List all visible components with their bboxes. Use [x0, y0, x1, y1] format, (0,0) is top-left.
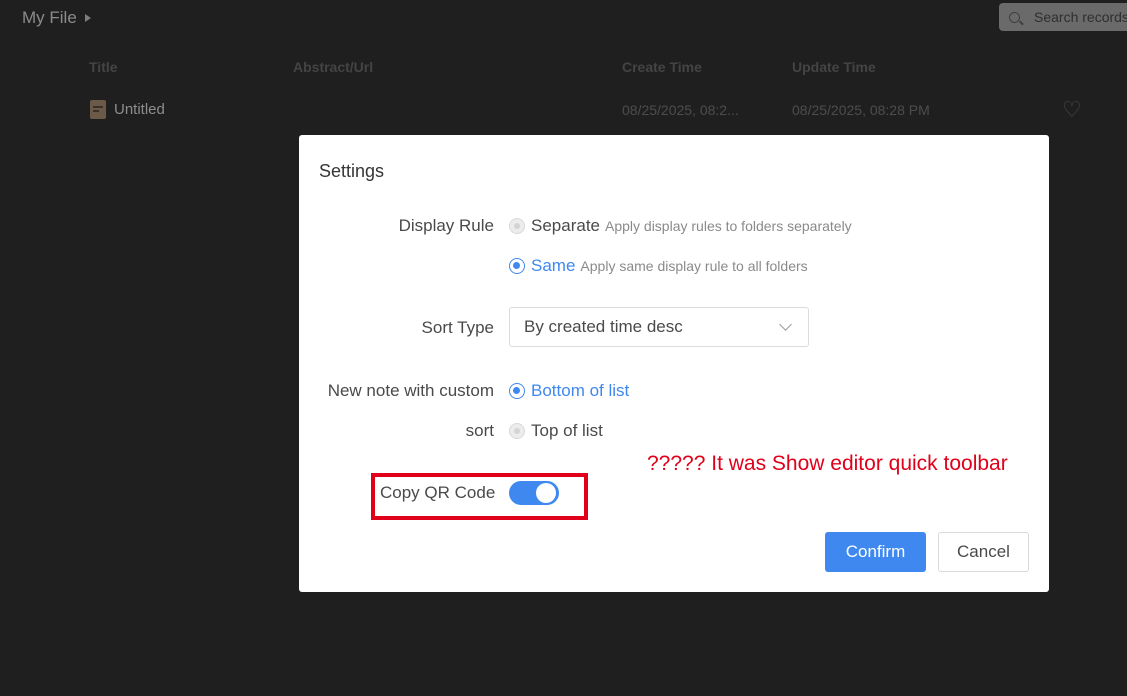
settings-dialog: Settings Display Rule Separate Apply dis… [299, 135, 1049, 592]
radio-same-description: Apply same display rule to all folders [580, 258, 808, 274]
radio-separate[interactable]: Separate Apply display rules to folders … [509, 216, 852, 236]
table-row-title[interactable]: Untitled [90, 100, 165, 119]
copy-qr-label: Copy QR Code [380, 483, 496, 502]
sort-type-select[interactable]: By created time desc [509, 307, 809, 347]
new-note-sort-label-line2: sort [465, 421, 494, 440]
radio-same-label[interactable]: Same [531, 256, 575, 276]
toggle-knob [536, 483, 556, 503]
column-header-title[interactable]: Title [89, 59, 118, 75]
radio-button-selected[interactable] [509, 258, 525, 274]
sort-type-label: Sort Type [421, 318, 494, 337]
row-update-time: 08/25/2025, 08:28 PM [792, 102, 930, 118]
radio-same[interactable]: Same Apply same display rule to all fold… [509, 256, 808, 276]
column-header-update-time[interactable]: Update Time [792, 59, 876, 75]
row-title-text[interactable]: Untitled [114, 101, 165, 118]
row-create-time: 08/25/2025, 08:2... [622, 102, 739, 118]
radio-bottom-of-list[interactable]: Bottom of list [509, 381, 629, 401]
chevron-down-icon[interactable] [779, 318, 792, 331]
radio-top-label[interactable]: Top of list [531, 421, 603, 441]
copy-qr-toggle[interactable] [509, 481, 559, 505]
search-box[interactable] [999, 3, 1127, 31]
display-rule-label: Display Rule [398, 216, 494, 235]
breadcrumb[interactable]: My File [22, 8, 91, 28]
column-header-create-time[interactable]: Create Time [622, 59, 702, 75]
cancel-button[interactable]: Cancel [938, 532, 1029, 572]
annotation-text: ????? It was Show editor quick toolbar [647, 452, 1008, 475]
sort-type-value[interactable]: By created time desc [524, 317, 683, 337]
radio-button-unselected[interactable] [509, 423, 525, 439]
confirm-button[interactable]: Confirm [825, 532, 926, 572]
radio-top-of-list[interactable]: Top of list [509, 421, 603, 441]
caret-right-icon [84, 14, 91, 22]
search-input[interactable] [1032, 8, 1127, 26]
dialog-title: Settings [319, 161, 385, 181]
column-header-abstract[interactable]: Abstract/Url [293, 59, 373, 75]
radio-button-unselected[interactable] [509, 218, 525, 234]
heart-icon[interactable]: ♡ [1062, 99, 1082, 121]
new-note-sort-label: New note with custom [327, 381, 494, 400]
breadcrumb-label[interactable]: My File [22, 8, 77, 28]
radio-button-selected[interactable] [509, 383, 525, 399]
document-icon [90, 100, 106, 119]
radio-separate-label[interactable]: Separate [531, 216, 600, 236]
radio-bottom-label[interactable]: Bottom of list [531, 381, 629, 401]
search-icon [1009, 11, 1020, 23]
radio-separate-description: Apply display rules to folders separatel… [605, 218, 852, 234]
